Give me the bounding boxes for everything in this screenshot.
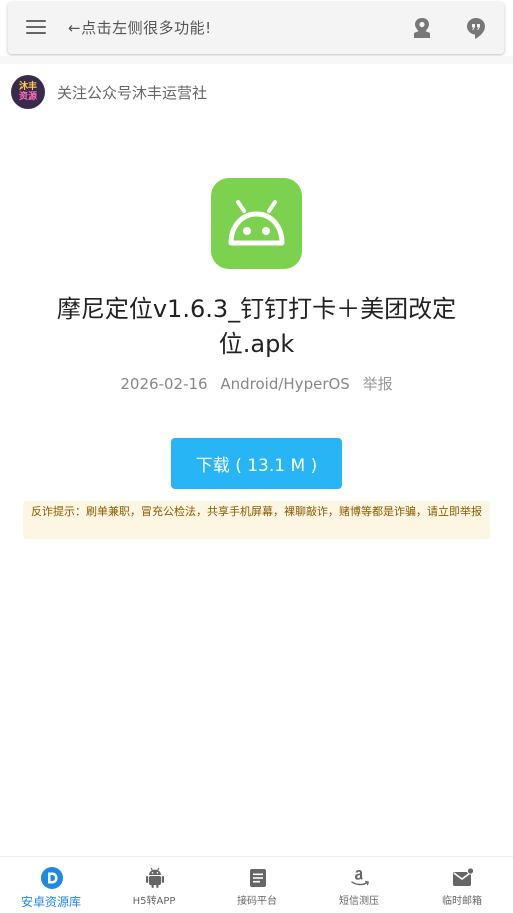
- nav-item-android-library[interactable]: 安卓资源库: [0, 857, 102, 913]
- avatar[interactable]: 沐丰 资源: [11, 75, 45, 109]
- download-button[interactable]: 下载 ( 13.1 M ): [171, 438, 342, 489]
- app-title: 摩尼定位v1.6.3_钉钉打卡＋美团改定位.apk: [56, 295, 457, 358]
- app-meta: 2026-02-16 Android/HyperOS 举报: [0, 373, 513, 394]
- platform-label: Android/HyperOS: [220, 375, 350, 393]
- app-icon: [211, 178, 302, 269]
- search-hint[interactable]: ←点击左侧很多功能!: [68, 17, 212, 38]
- nav-item-h5-to-app[interactable]: H5转APP: [103, 857, 205, 913]
- release-date: 2026-02-16: [120, 375, 208, 393]
- d-logo-icon: [41, 867, 63, 889]
- nav-label: 短信测压: [339, 896, 379, 907]
- nav-item-sms-code[interactable]: 接码平台: [206, 857, 308, 913]
- mail-icon: [453, 867, 475, 886]
- android-icon: [228, 200, 285, 246]
- header-divider: [0, 56, 513, 64]
- avatar-text-bottom: 资源: [18, 92, 37, 102]
- android-icon: [146, 867, 164, 888]
- report-link[interactable]: 举报: [363, 375, 393, 393]
- amazon-icon: [351, 870, 369, 886]
- nav-label: H5转APP: [132, 896, 176, 907]
- nav-label: 临时邮箱: [442, 896, 482, 907]
- chat-icon[interactable]: [465, 16, 487, 40]
- nav-item-temp-mail[interactable]: 临时邮箱: [411, 857, 513, 913]
- avatar-text-top: 沐丰: [18, 82, 37, 92]
- menu-icon[interactable]: [26, 16, 48, 40]
- nav-label: 接码平台: [237, 896, 277, 907]
- location-icon[interactable]: [411, 16, 433, 40]
- follow-text[interactable]: 关注公众号沐丰运营社: [57, 82, 207, 103]
- fraud-warning: 反诈提示：刷单兼职，冒充公检法，共享手机屏幕，裸聊敲诈，赌博等都是诈骗，请立即举…: [23, 501, 490, 539]
- nav-item-sms-stress[interactable]: 短信测压: [308, 857, 410, 913]
- top-bar: ←点击左侧很多功能!: [8, 2, 504, 54]
- bottom-nav: 安卓资源库 H5转APP 接码平台 短信测压 临时邮箱: [0, 856, 513, 913]
- nav-label: 安卓资源库: [20, 895, 81, 909]
- document-icon: [250, 869, 266, 887]
